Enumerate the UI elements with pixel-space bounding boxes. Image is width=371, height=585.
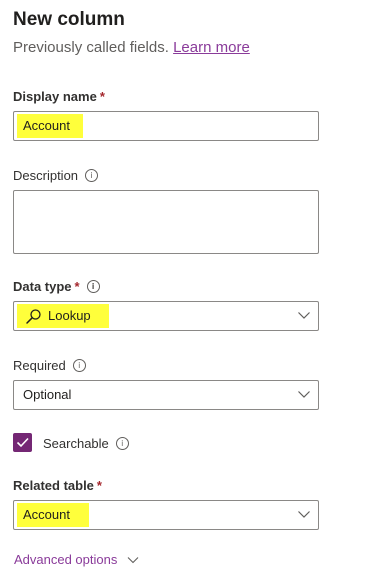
- subtitle-text: Previously called fields.: [13, 39, 169, 56]
- panel-subtitle: Previously called fields. Learn more: [13, 38, 250, 58]
- related-table-label: Related table *: [13, 477, 102, 495]
- display-name-value: Account: [23, 118, 70, 133]
- chevron-down-icon: [127, 557, 139, 564]
- advanced-options-label: Advanced options: [14, 552, 118, 567]
- data-type-label: Data type * i: [13, 278, 100, 296]
- description-label: Description i: [13, 167, 99, 185]
- search-icon: [26, 309, 41, 324]
- chevron-down-icon: [298, 391, 310, 398]
- required-label-text: Required: [13, 358, 66, 373]
- related-table-label-text: Related table: [13, 478, 94, 493]
- searchable-label: Searchable i: [43, 435, 129, 453]
- data-type-value: Lookup: [48, 308, 91, 323]
- required-mark: *: [99, 89, 105, 104]
- info-icon[interactable]: i: [115, 437, 129, 450]
- panel-title: New column: [13, 9, 125, 30]
- required-dropdown[interactable]: Optional: [13, 380, 319, 410]
- info-icon[interactable]: i: [85, 169, 99, 182]
- advanced-options-toggle[interactable]: Advanced options: [14, 551, 139, 569]
- info-icon[interactable]: i: [86, 280, 100, 293]
- description-textarea[interactable]: [13, 190, 319, 254]
- chevron-down-icon: [298, 511, 310, 518]
- data-type-label-text: Data type: [13, 279, 72, 294]
- display-name-label: Display name *: [13, 88, 105, 106]
- checkmark-icon: [16, 437, 29, 448]
- learn-more-link[interactable]: Learn more: [173, 39, 250, 56]
- required-label: Required i: [13, 357, 86, 375]
- display-name-input[interactable]: Account: [13, 111, 319, 141]
- required-mark: *: [96, 478, 102, 493]
- chevron-down-icon: [298, 312, 310, 319]
- related-table-dropdown[interactable]: Account: [13, 500, 319, 530]
- data-type-dropdown[interactable]: Lookup: [13, 301, 319, 331]
- required-value: Optional: [23, 387, 72, 402]
- description-label-text: Description: [13, 168, 79, 183]
- info-icon[interactable]: i: [72, 359, 86, 372]
- required-mark: *: [74, 279, 80, 294]
- searchable-label-text: Searchable: [43, 436, 109, 451]
- related-table-value: Account: [23, 507, 70, 522]
- display-name-label-text: Display name: [13, 89, 97, 104]
- searchable-checkbox[interactable]: [13, 433, 32, 452]
